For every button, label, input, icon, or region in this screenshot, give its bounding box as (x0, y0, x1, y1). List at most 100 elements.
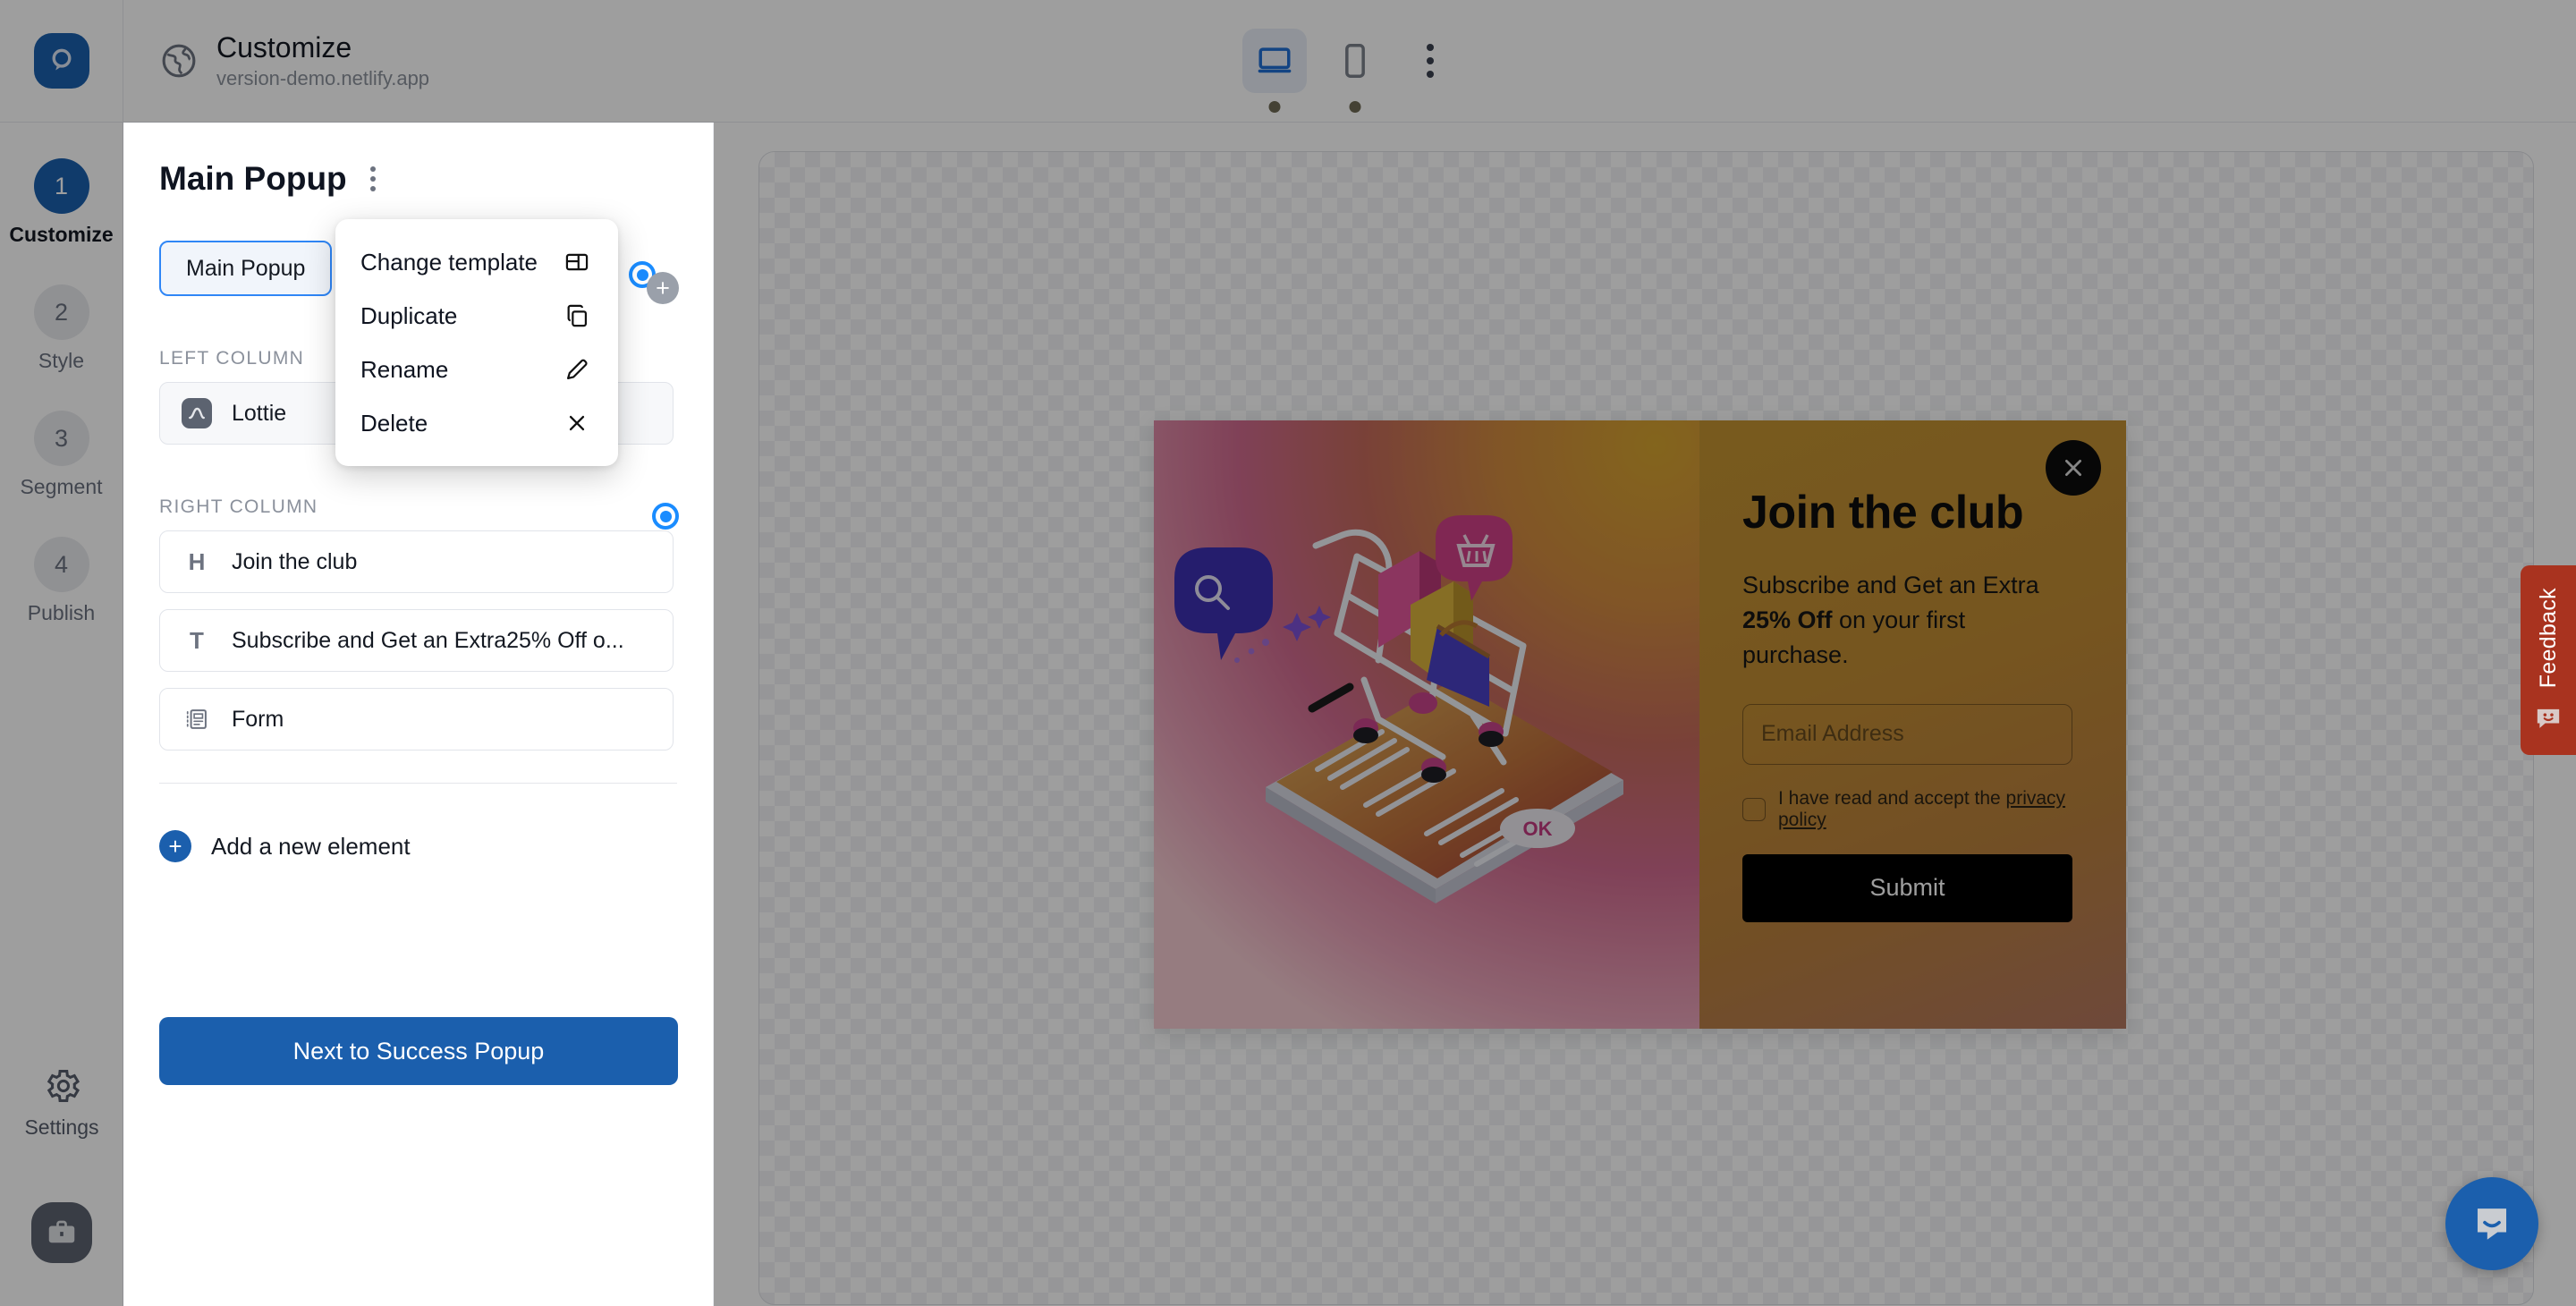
template-layout-icon (563, 248, 591, 276)
kebab-menu-icon (369, 186, 376, 191)
element-label: Lottie (232, 400, 287, 426)
device-desktop-indicator (1268, 101, 1281, 113)
menu-item-duplicate[interactable]: Duplicate (335, 289, 618, 343)
editor-panel-header: Main Popup (123, 123, 713, 198)
panel-title: Main Popup (159, 160, 347, 197)
device-desktop-button[interactable] (1242, 29, 1307, 113)
plus-circle-icon: + (159, 830, 191, 862)
copy-icon (563, 301, 591, 330)
heading-icon: H (188, 547, 206, 575)
popup-close-button[interactable] (2046, 440, 2101, 496)
section-label-right-column: RIGHT COLUMN (159, 496, 318, 517)
app-root: 1 Customize 2 Style 3 Segment 4 Publish (0, 0, 2576, 1306)
submit-button[interactable]: Submit (1742, 853, 2072, 922)
feedback-tab[interactable]: Feedback (2521, 565, 2576, 755)
step-list: 1 Customize 2 Style 3 Segment 4 Publish (0, 123, 123, 625)
kebab-menu-icon (1427, 57, 1434, 64)
svg-text:OK: OK (1523, 818, 1553, 840)
kebab-menu-icon (369, 176, 376, 182)
menu-item-change-template[interactable]: Change template (335, 235, 618, 289)
popup-tab-main[interactable]: Main Popup (159, 241, 333, 296)
sidebar-item-customize[interactable]: 1 Customize (0, 158, 123, 247)
feedback-label: Feedback (2535, 587, 2561, 689)
close-x-icon (563, 409, 591, 437)
popup-preview: OK Join the club Subscribe and Get an Ex… (1154, 420, 2126, 1029)
form-icon-wrap (182, 707, 212, 732)
kebab-menu-icon (1427, 44, 1434, 51)
text-icon: T (190, 626, 204, 654)
consent-text-wrap: I have read and accept the privacy polic… (1778, 788, 2072, 831)
step-label-customize: Customize (9, 223, 114, 246)
panel-divider (159, 783, 677, 784)
popup-subtext-strong: 25% Off (1742, 606, 1833, 633)
add-new-element-button[interactable]: + Add a new element (159, 830, 411, 862)
site-titles: Customize version-demo.netlify.app (216, 31, 429, 91)
element-label: Form (232, 706, 284, 732)
consent-row: I have read and accept the privacy polic… (1742, 788, 2072, 831)
element-row-heading[interactable]: H Join the club (159, 530, 674, 593)
element-label: Join the club (232, 548, 358, 574)
step-label-style: Style (38, 349, 85, 372)
sidebar-item-style[interactable]: 2 Style (0, 284, 123, 373)
radio-target-icon[interactable] (652, 503, 679, 530)
intercom-launcher[interactable] (2445, 1177, 2538, 1270)
smiley-chat-icon (2537, 709, 2560, 728)
popup-subtext-lead: Subscribe and Get an Extra (1742, 571, 2039, 598)
menu-item-label: Duplicate (360, 301, 458, 329)
step-label-segment: Segment (20, 475, 103, 498)
kebab-menu-icon (1427, 71, 1434, 78)
settings-label: Settings (24, 1115, 99, 1139)
shopping-cart-phone-illustration: OK (1174, 515, 1623, 903)
menu-item-rename[interactable]: Rename (335, 343, 618, 396)
step-number-3: 3 (33, 411, 89, 466)
pencil-icon (563, 355, 591, 384)
topbar-more-button[interactable] (1403, 29, 1457, 93)
gear-icon (47, 1069, 80, 1103)
intercom-chat-icon (2477, 1208, 2507, 1240)
device-toggle (1242, 29, 1457, 113)
consent-checkbox[interactable] (1742, 797, 1766, 821)
page-title: Customize (216, 30, 352, 64)
add-new-element-label: Add a new element (211, 832, 411, 860)
device-mobile-indicator (1349, 101, 1361, 113)
email-input[interactable] (1742, 703, 2072, 765)
sidebar-item-segment[interactable]: 3 Segment (0, 411, 123, 499)
step-number-2: 2 (33, 284, 89, 340)
desktop-icon (1258, 47, 1292, 73)
step-number-1: 1 (33, 158, 89, 214)
close-x-icon (2065, 460, 2081, 476)
element-label: Subscribe and Get an Extra25% Off o... (232, 627, 624, 653)
menu-item-label: Delete (360, 409, 428, 437)
element-row-text[interactable]: T Subscribe and Get an Extra25% Off o... (159, 609, 674, 672)
top-bar: Customize version-demo.netlify.app (123, 0, 2576, 123)
element-row-form[interactable]: Form (159, 688, 674, 751)
panel-more-button[interactable] (363, 161, 383, 197)
left-rail: 1 Customize 2 Style 3 Segment 4 Publish (0, 0, 123, 1306)
device-mobile-button[interactable] (1323, 29, 1387, 113)
left-column-target (652, 503, 679, 530)
rail-bottom: Settings (0, 1065, 123, 1306)
plus-circle-icon[interactable]: + (647, 272, 679, 304)
next-to-success-popup-button[interactable]: Next to Success Popup (159, 1017, 678, 1085)
step-label-publish: Publish (27, 601, 96, 624)
panel-header-actions: + (629, 261, 679, 304)
step-number-4: 4 (33, 537, 89, 592)
sidebar-item-settings[interactable]: Settings (24, 1065, 99, 1140)
form-icon (186, 709, 207, 729)
logo-container (0, 0, 123, 123)
briefcase-icon[interactable] (31, 1202, 92, 1263)
menu-item-label: Change template (360, 248, 538, 276)
site-url: version-demo.netlify.app (216, 67, 430, 90)
panel-title-row: Main Popup (159, 160, 674, 198)
lottie-icon-wrap (182, 398, 212, 428)
lottie-icon (182, 398, 212, 428)
optimonk-logo-icon[interactable] (33, 33, 89, 89)
menu-item-delete[interactable]: Delete (335, 396, 618, 450)
mobile-icon (1345, 44, 1365, 78)
sidebar-item-publish[interactable]: 4 Publish (0, 537, 123, 625)
popup-context-menu: Change template Duplicate Rename Delete (335, 219, 618, 466)
menu-item-label: Rename (360, 355, 449, 383)
kebab-menu-icon (369, 166, 376, 172)
popup-illustration: OK (1154, 420, 1699, 1029)
consent-text: I have read and accept the (1778, 787, 2006, 809)
